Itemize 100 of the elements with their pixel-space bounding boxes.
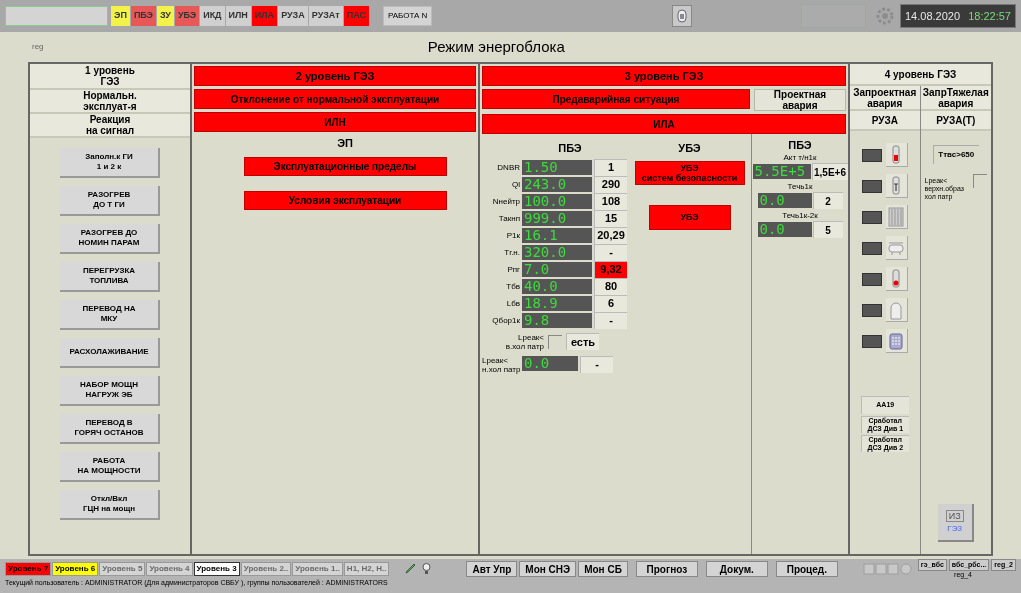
drum-icon — [888, 330, 905, 351]
capsule-icon — [676, 9, 687, 23]
checkbox[interactable] — [973, 174, 987, 188]
level-heading: РУЗА(Т) — [920, 111, 991, 131]
level-tab[interactable]: Уровень 7 — [5, 561, 52, 576]
window-icons — [862, 562, 913, 575]
gear-icon — [875, 6, 895, 26]
value-display: 320.0 — [522, 244, 592, 260]
status-indicator[interactable]: РУЗА — [278, 6, 308, 26]
time-text: 18:22:57 — [968, 8, 1011, 24]
parameter-label: Ql — [511, 179, 520, 189]
status-indicator[interactable]: ИКД — [200, 6, 225, 26]
level-heading: ЗапрТяжелая авария — [920, 86, 991, 111]
status-indicator[interactable]: РУЗАт — [308, 6, 343, 26]
section-title: ПБЭ — [557, 141, 582, 156]
gez-button[interactable]: ИЗ ГЭЗ — [937, 504, 974, 542]
status-banner: 3 уровень ГЭЗ — [482, 66, 846, 86]
parameter-label: Lбв — [505, 298, 520, 308]
value-display: 16.1 — [522, 227, 592, 243]
parameter-label: Тг.н. — [503, 247, 520, 257]
page-title: Режим энергоблока — [426, 36, 566, 57]
value-display: 1.50 — [522, 159, 592, 175]
work-mode-button[interactable]: РАБОТА N — [382, 6, 433, 26]
status-banner: ИЛН — [194, 112, 476, 132]
status-banner: Предаварийная ситуация — [482, 89, 750, 109]
mode-button[interactable]: РАСХОЛАЖИВАНИЕ — [60, 338, 160, 368]
mode-button[interactable]: НАБОР МОЩН НАГРУЖ ЭБ — [60, 376, 160, 406]
limit-value: 1,5E+6 — [811, 163, 848, 180]
parameter-label: P1к — [505, 230, 520, 240]
status-indicator[interactable]: ЗУ — [157, 6, 174, 26]
level-tab[interactable]: Уровень 6 — [52, 561, 99, 576]
checkbox[interactable] — [548, 334, 562, 349]
indicator-lamp — [861, 334, 882, 348]
mode-button[interactable]: ПЕРЕВОД В ГОРЯЧ ОСТАНОВ — [60, 414, 160, 444]
status-banner: ИЛА — [482, 114, 846, 134]
indicator-lamp — [861, 179, 882, 193]
value-display: 999.0 — [522, 210, 592, 226]
indicator-lamp — [861, 303, 882, 317]
parameter-label: Такнп — [497, 213, 520, 223]
nav-button[interactable]: Мон СБ — [578, 560, 628, 577]
limit-value: есть — [566, 333, 599, 350]
capsule-button[interactable] — [671, 5, 692, 27]
mode-button[interactable]: Заполн.к ГИ 1 и 2 к — [60, 148, 160, 178]
limits-button[interactable]: Условия эксплуатации — [243, 190, 447, 210]
grille-icon — [888, 206, 905, 227]
mode-button[interactable]: ПЕРЕГРУЗКА ТОПЛИВА — [60, 262, 160, 292]
parameter-label: Тбв — [505, 281, 520, 291]
bulb-icon[interactable] — [420, 562, 434, 575]
limit-value: 5 — [812, 221, 843, 238]
value-display: 7.0 — [522, 261, 592, 277]
parameter-label: Qбор1к — [491, 315, 520, 325]
indicator-lamp — [861, 272, 882, 286]
value-display: 0.0 — [522, 355, 578, 371]
level-heading: Нормальн. эксплуат-я — [30, 90, 190, 114]
value-display: 243.0 — [522, 176, 592, 192]
status-indicator[interactable]: УБЭ — [174, 6, 200, 26]
status-indicator[interactable]: ИЛН — [225, 6, 251, 26]
level-heading: 4 уровень ГЭЗ — [850, 64, 991, 86]
status-banner: Отклонение от нормальной эксплуатации — [194, 89, 476, 109]
section-title: ПБЭ — [788, 140, 812, 151]
protection-button[interactable]: УБЭ — [648, 204, 731, 230]
nav-button[interactable]: Авт Упр — [466, 560, 518, 577]
level-heading: 1 уровень ГЭЗ — [30, 64, 190, 90]
input-field[interactable] — [5, 6, 108, 26]
page-tag: reg — [32, 41, 44, 53]
limit-value: 1 — [594, 158, 627, 176]
limit-value: 2 — [812, 192, 843, 209]
gez-icon: ИЗ — [945, 509, 964, 522]
parameter-label: Lреак< н.хол патр — [482, 355, 520, 374]
status-indicator[interactable]: ЭП — [111, 6, 130, 26]
nav-button[interactable]: Мон СНЭ — [519, 560, 577, 577]
dome-icon — [888, 299, 905, 320]
mode-button[interactable]: Откл/Вкл ГЦН на мощн — [60, 490, 160, 520]
mode-button[interactable]: ПЕРЕВОД НА МКУ — [60, 300, 160, 330]
parameter-label: Nнейтр — [491, 196, 520, 206]
value-display: 5.5E+5 — [752, 164, 811, 179]
section-title: УБЭ — [678, 141, 701, 156]
level-heading: Запроектная авария — [850, 86, 920, 111]
value-display: 0.0 — [757, 222, 812, 237]
parameter-label: DNBR — [496, 162, 520, 172]
nav-button[interactable]: Прогноз — [635, 560, 698, 577]
mode-button[interactable]: РАЗОГРЕВ ДО Т ГИ — [60, 186, 160, 216]
status-indicator[interactable]: ПБЭ — [130, 6, 156, 26]
pen-icon[interactable] — [404, 562, 418, 575]
limit-value: - — [580, 355, 613, 373]
protection-button[interactable]: УБЭ систем безопасности — [634, 160, 745, 185]
parameter-label: Течь1к-2к — [782, 210, 818, 221]
level-tab[interactable]: Уровень 3 — [193, 561, 240, 576]
nav-button[interactable]: Процед. — [775, 560, 838, 577]
mode-button[interactable]: РАЗОГРЕВ ДО НОМИН ПАРАМ — [60, 224, 160, 254]
nav-button[interactable]: Докум. — [705, 560, 768, 577]
indicator-lamp — [861, 210, 882, 224]
parameter-label: Течь1к — [787, 181, 813, 192]
value-display: 18.9 — [522, 295, 592, 311]
mode-button[interactable]: РАБОТА НА МОЩНОСТИ — [60, 452, 160, 482]
signal-label: Tтвс>650 — [932, 145, 979, 164]
value-display: 100.0 — [522, 193, 592, 209]
indicator-lamp — [861, 241, 882, 255]
value-display: 0.0 — [757, 193, 812, 208]
limits-button[interactable]: Эксплуатационные пределы — [243, 156, 447, 176]
